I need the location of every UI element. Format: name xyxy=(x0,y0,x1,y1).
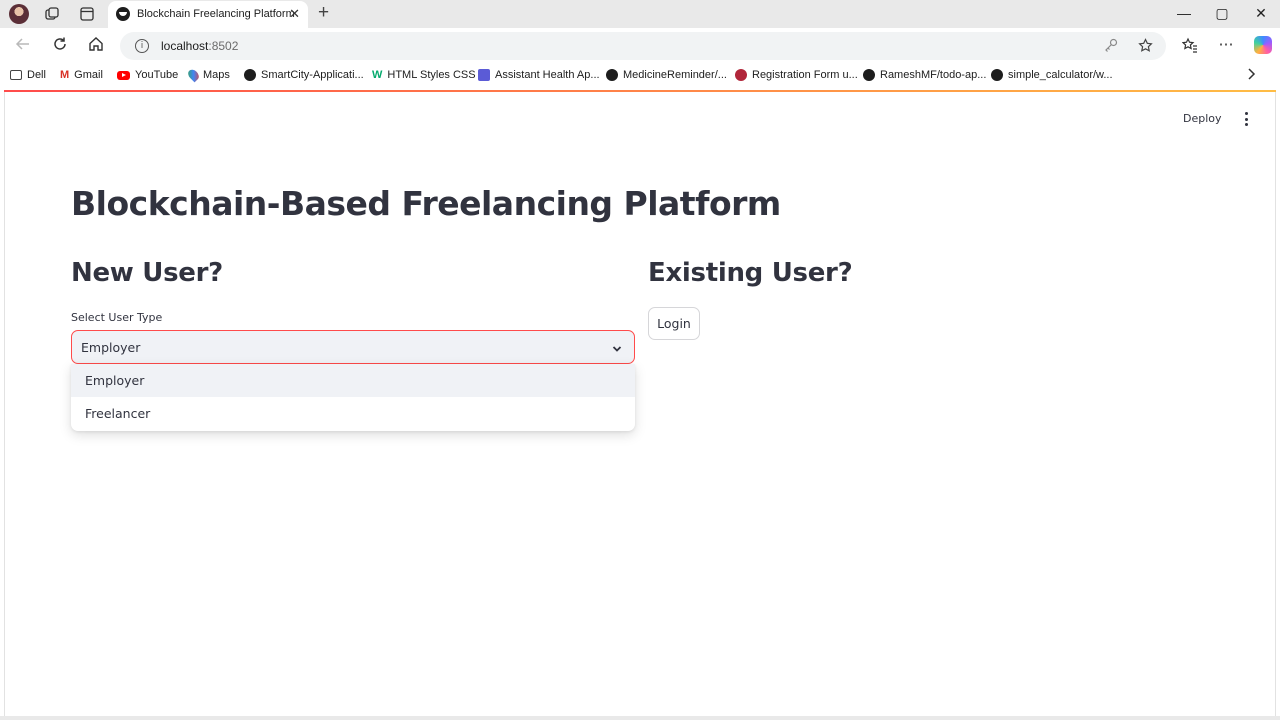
bookmark-gmail[interactable]: M Gmail xyxy=(60,69,103,81)
tab-close-icon[interactable]: ✕ xyxy=(289,6,300,22)
existing-user-heading: Existing User? xyxy=(648,258,853,288)
bookmark-assistant-health[interactable]: Assistant Health Ap... xyxy=(478,69,600,81)
select-user-type-label: Select User Type xyxy=(71,311,163,324)
bookmark-registration-form[interactable]: Registration Form u... xyxy=(735,69,858,81)
user-type-selected-value: Employer xyxy=(81,340,141,355)
app-main: Deploy Blockchain-Based Freelancing Plat… xyxy=(4,92,1276,716)
browser-tab-bar: Blockchain Freelancing Platform ✕ + — ▢ … xyxy=(0,0,1280,28)
workspaces-icon[interactable] xyxy=(43,5,61,23)
more-menu-icon[interactable]: ⋯ xyxy=(1216,37,1236,53)
maps-icon xyxy=(186,67,201,83)
option-employer[interactable]: Employer xyxy=(71,364,635,397)
favorite-star-icon[interactable] xyxy=(1138,38,1153,56)
close-window-button[interactable]: ✕ xyxy=(1251,5,1271,22)
bookmark-maps[interactable]: Maps xyxy=(186,67,230,83)
bookmark-simple-calculator[interactable]: simple_calculator/w... xyxy=(991,69,1113,81)
maximize-button[interactable]: ▢ xyxy=(1212,5,1232,22)
bookmark-youtube[interactable]: YouTube xyxy=(117,69,178,81)
url-text[interactable]: localhost:8502 xyxy=(161,39,238,53)
copilot-icon[interactable] xyxy=(1254,36,1272,54)
bookmark-medicine-reminder[interactable]: MedicineReminder/... xyxy=(606,69,727,81)
address-bar-row: i localhost:8502 ⋯ xyxy=(0,28,1280,64)
gmail-icon: M xyxy=(60,69,70,81)
bookmarks-bar: Dell M Gmail YouTube Maps SmartCity-Appli… xyxy=(0,64,1280,88)
minimize-button[interactable]: — xyxy=(1174,5,1194,21)
bookmark-dell[interactable]: Dell xyxy=(10,69,46,81)
folder-icon xyxy=(10,70,22,80)
login-button[interactable]: Login xyxy=(648,307,700,340)
app-icon xyxy=(478,69,490,81)
new-user-heading: New User? xyxy=(71,258,223,288)
bookmark-todo-app[interactable]: RameshMF/todo-ap... xyxy=(863,69,986,81)
bookmark-smartcity[interactable]: SmartCity-Applicati... xyxy=(244,69,364,81)
github-icon xyxy=(991,69,1003,81)
deploy-button[interactable]: Deploy xyxy=(1183,112,1222,125)
site-icon xyxy=(735,69,747,81)
user-type-dropdown-menu: Employer Freelancer xyxy=(71,364,635,431)
tab-actions-icon[interactable] xyxy=(78,5,96,23)
tab-active[interactable]: Blockchain Freelancing Platform ✕ xyxy=(108,1,308,28)
new-tab-button[interactable]: + xyxy=(318,3,329,23)
window-bottom-edge xyxy=(0,716,1280,720)
tab-title: Blockchain Freelancing Platform xyxy=(137,8,295,20)
github-icon xyxy=(244,69,256,81)
main-menu-icon[interactable] xyxy=(1241,112,1251,126)
site-info-icon[interactable]: i xyxy=(135,39,149,53)
option-label: Employer xyxy=(85,373,145,388)
chevron-down-icon[interactable] xyxy=(612,341,622,352)
youtube-icon xyxy=(117,70,130,80)
github-icon xyxy=(863,69,875,81)
chevron-right-icon[interactable] xyxy=(1246,68,1256,83)
user-type-select[interactable]: Employer xyxy=(71,330,635,364)
page-title: Blockchain-Based Freelancing Platform xyxy=(71,184,781,223)
bookmark-html-styles[interactable]: W HTML Styles CSS xyxy=(372,69,476,81)
option-label: Freelancer xyxy=(85,406,151,421)
favorites-icon[interactable] xyxy=(1180,37,1200,57)
profile-avatar[interactable] xyxy=(9,4,29,24)
reload-button[interactable] xyxy=(50,36,70,56)
url-bar[interactable]: i localhost:8502 xyxy=(120,32,1166,60)
home-button[interactable] xyxy=(86,36,106,56)
back-button[interactable] xyxy=(13,36,33,56)
option-freelancer[interactable]: Freelancer xyxy=(71,397,635,430)
key-icon[interactable] xyxy=(1104,38,1118,55)
github-icon xyxy=(606,69,618,81)
w3schools-icon: W xyxy=(372,69,383,81)
streamlit-favicon-icon xyxy=(116,7,130,21)
